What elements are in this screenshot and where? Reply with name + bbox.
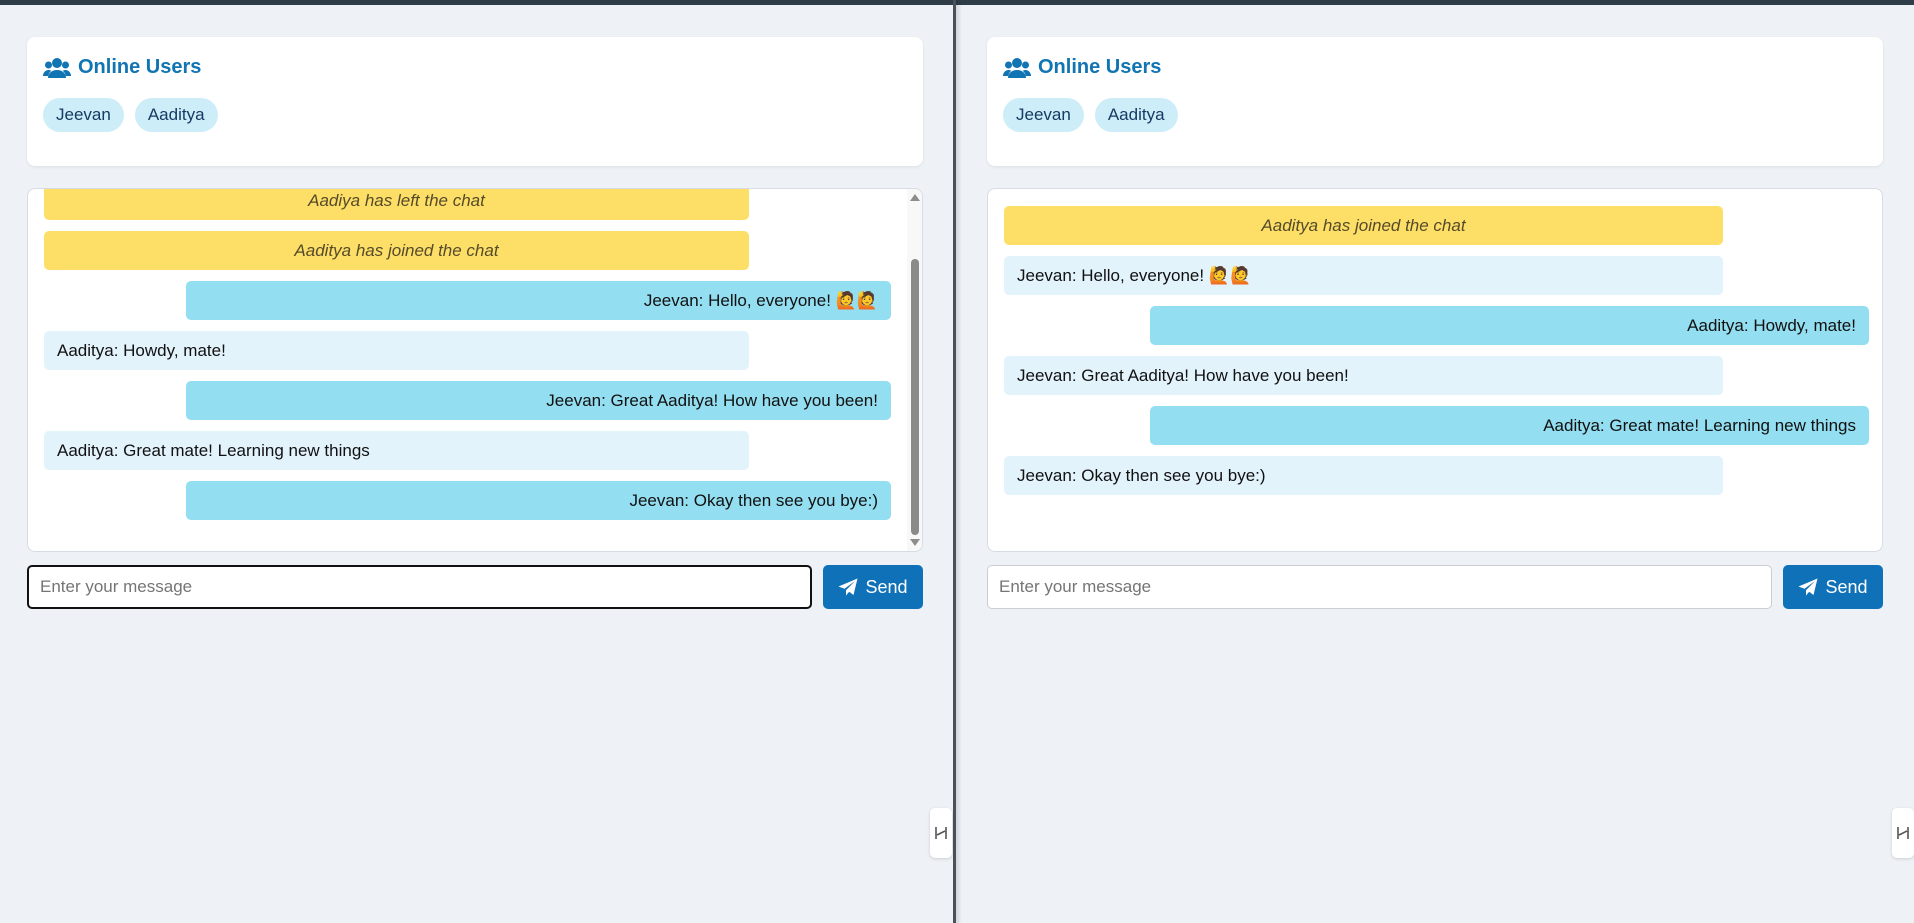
pane-resize-handle[interactable] [930,808,952,858]
outgoing-message: Jeevan: Okay then see you bye:) [186,481,891,520]
incoming-message: Aaditya: Howdy, mate! [44,331,749,370]
online-users-panel: Online Users Jeevan Aaditya [987,37,1883,166]
incoming-message: Jeevan: Great Aaditya! How have you been… [1004,356,1723,395]
outgoing-message: Jeevan: Hello, everyone! 🙋🙋 [186,281,891,320]
user-chip-aaditya: Aaditya [1094,98,1178,132]
resize-arrows-icon [935,827,947,839]
user-chip-jeevan: Jeevan [1003,98,1084,132]
incoming-message: Jeevan: Okay then see you bye:) [1004,456,1723,495]
outgoing-message: Aaditya: Howdy, mate! [1150,306,1869,345]
system-message: Aaditya has joined the chat [44,231,749,270]
user-chip-jeevan: Jeevan [43,98,124,132]
send-button-label: Send [865,576,908,597]
message-input[interactable] [27,565,812,609]
message-list[interactable]: Aaditya has joined the chat Jeevan: Hell… [987,188,1883,552]
online-users-panel: Online Users Jeevan Aaditya [27,37,923,166]
scrollbar-thumb[interactable] [911,259,919,535]
message-input[interactable] [987,565,1772,609]
message-composer: Send [27,565,923,609]
message-stack: Aadiya has left the chat Aaditya has joi… [44,189,891,531]
chat-pane-left: Online Users Jeevan Aaditya Aadiya has l… [0,5,953,923]
system-message: Aadiya has left the chat [44,189,749,220]
online-users-heading: Online Users [43,56,201,79]
message-scrollbar[interactable] [907,189,922,551]
chat-pane-right: Online Users Jeevan Aaditya Aaditya has … [962,5,1914,923]
resize-arrows-icon [1897,827,1909,839]
pane-resize-handle[interactable] [1892,808,1914,858]
users-icon [1003,57,1031,78]
online-users-heading: Online Users [1003,56,1161,79]
system-message: Aaditya has joined the chat [1004,206,1723,245]
online-users-list: Jeevan Aaditya [43,98,218,132]
paper-plane-icon [838,578,858,596]
outgoing-message: Aaditya: Great mate! Learning new things [1150,406,1869,445]
outgoing-message: Jeevan: Great Aaditya! How have you been… [186,381,891,420]
online-users-title: Online Users [1038,56,1162,78]
incoming-message: Jeevan: Hello, everyone! 🙋🙋 [1004,256,1723,295]
send-button[interactable]: Send [1783,565,1883,609]
message-list[interactable]: Aadiya has left the chat Aaditya has joi… [27,188,923,552]
incoming-message: Aaditya: Great mate! Learning new things [44,431,749,470]
paper-plane-icon [1798,578,1818,596]
message-composer: Send [987,565,1883,609]
send-button[interactable]: Send [823,565,923,609]
user-chip-aaditya: Aaditya [134,98,218,132]
send-button-label: Send [1825,576,1868,597]
scroll-up-arrow-icon[interactable] [910,194,920,201]
message-stack: Aaditya has joined the chat Jeevan: Hell… [1004,206,1869,506]
scroll-down-arrow-icon[interactable] [910,539,920,546]
users-icon [43,57,71,78]
online-users-title: Online Users [78,56,202,78]
online-users-list: Jeevan Aaditya [1003,98,1178,132]
